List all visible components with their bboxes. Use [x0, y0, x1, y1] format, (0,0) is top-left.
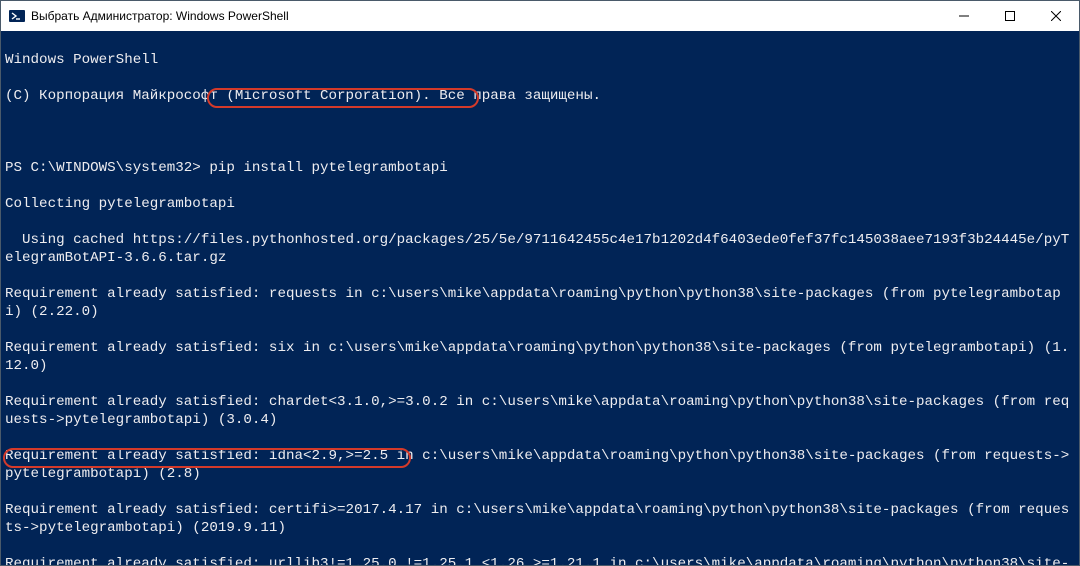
output-line: Collecting pytelegrambotapi — [5, 195, 1075, 213]
prompt-command-line: PS C:\WINDOWS\system32> pip install pyte… — [5, 159, 1075, 177]
window-title: Выбрать Администратор: Windows PowerShel… — [31, 9, 941, 23]
close-button[interactable] — [1033, 1, 1079, 31]
output-line: Requirement already satisfied: idna<2.9,… — [5, 447, 1075, 483]
cmd-pip: pip — [209, 160, 235, 176]
output-line: Requirement already satisfied: six in c:… — [5, 339, 1075, 375]
ps-header-line: Windows PowerShell — [5, 51, 1075, 69]
titlebar[interactable]: Выбрать Администратор: Windows PowerShel… — [1, 1, 1079, 31]
minimize-button[interactable] — [941, 1, 987, 31]
output-line: Requirement already satisfied: certifi>=… — [5, 501, 1075, 537]
output-line: Requirement already satisfied: urllib3!=… — [5, 555, 1075, 565]
powershell-window: Выбрать Администратор: Windows PowerShel… — [0, 0, 1080, 566]
powershell-icon — [9, 8, 25, 24]
maximize-button[interactable] — [987, 1, 1033, 31]
output-line: Using cached https://files.pythonhosted.… — [5, 231, 1075, 267]
blank-line — [5, 123, 1075, 141]
terminal-output[interactable]: Windows PowerShell (C) Корпорация Майкро… — [1, 31, 1079, 565]
output-line: Requirement already satisfied: chardet<3… — [5, 393, 1075, 429]
window-controls — [941, 1, 1079, 31]
ps-copyright-line: (C) Корпорация Майкрософт (Microsoft Cor… — [5, 87, 1075, 105]
prompt-prefix: PS C:\WINDOWS\system32> — [5, 160, 209, 176]
output-line: Requirement already satisfied: requests … — [5, 285, 1075, 321]
cmd-rest: install pytelegrambotapi — [235, 160, 448, 176]
